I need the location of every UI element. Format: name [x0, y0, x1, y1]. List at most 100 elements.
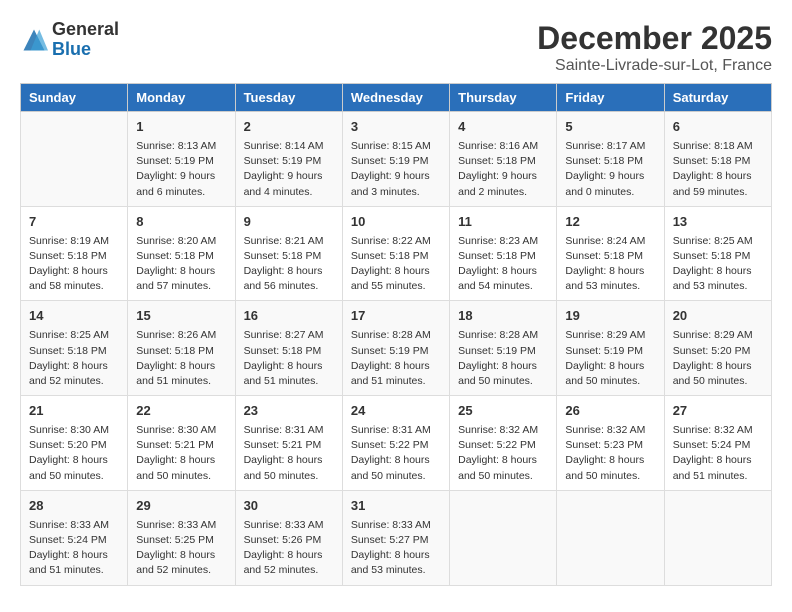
- calendar-header: SundayMondayTuesdayWednesdayThursdayFrid…: [21, 84, 772, 112]
- day-number: 20: [673, 307, 763, 326]
- column-header-thursday: Thursday: [450, 84, 557, 112]
- day-number: 18: [458, 307, 548, 326]
- cell-w4-d6: 26Sunrise: 8:32 AMSunset: 5:23 PMDayligh…: [557, 396, 664, 491]
- column-header-tuesday: Tuesday: [235, 84, 342, 112]
- day-number: 25: [458, 402, 548, 421]
- cell-info: Sunrise: 8:16 AMSunset: 5:18 PMDaylight:…: [458, 139, 548, 200]
- cell-w4-d1: 21Sunrise: 8:30 AMSunset: 5:20 PMDayligh…: [21, 396, 128, 491]
- day-number: 8: [136, 213, 226, 232]
- cell-w1-d3: 2Sunrise: 8:14 AMSunset: 5:19 PMDaylight…: [235, 112, 342, 207]
- cell-w1-d6: 5 Sunrise: 8:17 AMSunset: 5:18 PMDaylight…: [557, 112, 664, 207]
- cell-w1-d4: 3 Sunrise: 8:15 AMSunset: 5:19 PMDaylight…: [342, 112, 449, 207]
- cell-w5-d3: 30 Sunrise: 8:33 AMSunset: 5:26 PMDayligh…: [235, 490, 342, 585]
- week-row-3: 14Sunrise: 8:25 AMSunset: 5:18 PMDayligh…: [21, 301, 772, 396]
- day-number: 19: [565, 307, 655, 326]
- column-header-sunday: Sunday: [21, 84, 128, 112]
- day-number: 16: [244, 307, 334, 326]
- cell-w4-d3: 23Sunrise: 8:31 AMSunset: 5:21 PMDayligh…: [235, 396, 342, 491]
- day-number: 24: [351, 402, 441, 421]
- day-number: 28: [29, 497, 119, 516]
- cell-info: Sunrise: 8:25 AMSunset: 5:18 PMDaylight:…: [673, 234, 763, 295]
- cell-w4-d4: 24 Sunrise: 8:31 AMSunset: 5:22 PMDayligh…: [342, 396, 449, 491]
- day-number: 15: [136, 307, 226, 326]
- cell-info: Sunrise: 8:19 AMSunset: 5:18 PMDaylight:…: [29, 234, 119, 295]
- week-row-5: 28 Sunrise: 8:33 AMSunset: 5:24 PMDayligh…: [21, 490, 772, 585]
- day-number: 6: [673, 118, 763, 137]
- cell-w2-d7: 13 Sunrise: 8:25 AMSunset: 5:18 PMDayligh…: [664, 206, 771, 301]
- cell-info: Sunrise: 8:21 AMSunset: 5:18 PMDaylight:…: [244, 234, 334, 295]
- header-row: SundayMondayTuesdayWednesdayThursdayFrid…: [21, 84, 772, 112]
- cell-w1-d2: 1 Sunrise: 8:13 AMSunset: 5:19 PMDaylight…: [128, 112, 235, 207]
- subtitle: Sainte-Livrade-sur-Lot, France: [537, 57, 772, 75]
- day-number: 12: [565, 213, 655, 232]
- day-number: 4: [458, 118, 548, 137]
- cell-w5-d4: 31 Sunrise: 8:33 AMSunset: 5:27 PMDayligh…: [342, 490, 449, 585]
- cell-w4-d7: 27 Sunrise: 8:32 AMSunset: 5:24 PMDayligh…: [664, 396, 771, 491]
- cell-info: Sunrise: 8:20 AMSunset: 5:18 PMDaylight:…: [136, 234, 226, 295]
- day-number: 23: [244, 402, 334, 421]
- day-number: 11: [458, 213, 548, 232]
- cell-w1-d1: [21, 112, 128, 207]
- logo-blue: Blue: [52, 40, 119, 60]
- day-number: 5: [565, 118, 655, 137]
- cell-info: Sunrise: 8:28 AMSunset: 5:19 PMDaylight:…: [458, 328, 548, 389]
- cell-w2-d4: 10Sunrise: 8:22 AMSunset: 5:18 PMDayligh…: [342, 206, 449, 301]
- logo: General Blue: [20, 20, 119, 60]
- day-number: 7: [29, 213, 119, 232]
- cell-w2-d5: 11 Sunrise: 8:23 AMSunset: 5:18 PMDayligh…: [450, 206, 557, 301]
- cell-w5-d1: 28 Sunrise: 8:33 AMSunset: 5:24 PMDayligh…: [21, 490, 128, 585]
- cell-w5-d2: 29Sunrise: 8:33 AMSunset: 5:25 PMDayligh…: [128, 490, 235, 585]
- logo-text: General Blue: [52, 20, 119, 60]
- day-number: 3: [351, 118, 441, 137]
- cell-info: Sunrise: 8:17 AMSunset: 5:18 PMDaylight:…: [565, 139, 655, 200]
- cell-info: Sunrise: 8:30 AMSunset: 5:21 PMDaylight:…: [136, 423, 226, 484]
- day-number: 17: [351, 307, 441, 326]
- cell-info: Sunrise: 8:32 AMSunset: 5:24 PMDaylight:…: [673, 423, 763, 484]
- cell-info: Sunrise: 8:33 AMSunset: 5:26 PMDaylight:…: [244, 518, 334, 579]
- cell-info: Sunrise: 8:28 AMSunset: 5:19 PMDaylight:…: [351, 328, 441, 389]
- cell-w4-d2: 22Sunrise: 8:30 AMSunset: 5:21 PMDayligh…: [128, 396, 235, 491]
- cell-info: Sunrise: 8:26 AMSunset: 5:18 PMDaylight:…: [136, 328, 226, 389]
- logo-icon: [20, 26, 48, 54]
- cell-info: Sunrise: 8:13 AMSunset: 5:19 PMDaylight:…: [136, 139, 226, 200]
- day-number: 13: [673, 213, 763, 232]
- cell-info: Sunrise: 8:30 AMSunset: 5:20 PMDaylight:…: [29, 423, 119, 484]
- day-number: 27: [673, 402, 763, 421]
- title-block: December 2025 Sainte-Livrade-sur-Lot, Fr…: [537, 20, 772, 75]
- cell-info: Sunrise: 8:33 AMSunset: 5:27 PMDaylight:…: [351, 518, 441, 579]
- cell-info: Sunrise: 8:29 AMSunset: 5:19 PMDaylight:…: [565, 328, 655, 389]
- cell-w2-d2: 8 Sunrise: 8:20 AMSunset: 5:18 PMDaylight…: [128, 206, 235, 301]
- day-number: 29: [136, 497, 226, 516]
- day-number: 26: [565, 402, 655, 421]
- cell-info: Sunrise: 8:25 AMSunset: 5:18 PMDaylight:…: [29, 328, 119, 389]
- cell-info: Sunrise: 8:15 AMSunset: 5:19 PMDaylight:…: [351, 139, 441, 200]
- week-row-4: 21Sunrise: 8:30 AMSunset: 5:20 PMDayligh…: [21, 396, 772, 491]
- column-header-monday: Monday: [128, 84, 235, 112]
- cell-info: Sunrise: 8:29 AMSunset: 5:20 PMDaylight:…: [673, 328, 763, 389]
- cell-w2-d3: 9 Sunrise: 8:21 AMSunset: 5:18 PMDaylight…: [235, 206, 342, 301]
- calendar-body: 1 Sunrise: 8:13 AMSunset: 5:19 PMDaylight…: [21, 112, 772, 586]
- cell-info: Sunrise: 8:31 AMSunset: 5:22 PMDaylight:…: [351, 423, 441, 484]
- cell-w3-d2: 15 Sunrise: 8:26 AMSunset: 5:18 PMDayligh…: [128, 301, 235, 396]
- day-number: 31: [351, 497, 441, 516]
- cell-w1-d7: 6 Sunrise: 8:18 AMSunset: 5:18 PMDaylight…: [664, 112, 771, 207]
- cell-info: Sunrise: 8:24 AMSunset: 5:18 PMDaylight:…: [565, 234, 655, 295]
- cell-w3-d3: 16 Sunrise: 8:27 AMSunset: 5:18 PMDayligh…: [235, 301, 342, 396]
- cell-info: Sunrise: 8:27 AMSunset: 5:18 PMDaylight:…: [244, 328, 334, 389]
- cell-info: Sunrise: 8:33 AMSunset: 5:24 PMDaylight:…: [29, 518, 119, 579]
- cell-info: Sunrise: 8:23 AMSunset: 5:18 PMDaylight:…: [458, 234, 548, 295]
- week-row-1: 1 Sunrise: 8:13 AMSunset: 5:19 PMDaylight…: [21, 112, 772, 207]
- day-number: 1: [136, 118, 226, 137]
- cell-w3-d6: 19 Sunrise: 8:29 AMSunset: 5:19 PMDayligh…: [557, 301, 664, 396]
- cell-w3-d4: 17 Sunrise: 8:28 AMSunset: 5:19 PMDayligh…: [342, 301, 449, 396]
- cell-info: Sunrise: 8:18 AMSunset: 5:18 PMDaylight:…: [673, 139, 763, 200]
- column-header-wednesday: Wednesday: [342, 84, 449, 112]
- column-header-saturday: Saturday: [664, 84, 771, 112]
- day-number: 30: [244, 497, 334, 516]
- day-number: 2: [244, 118, 334, 137]
- day-number: 9: [244, 213, 334, 232]
- cell-w2-d6: 12 Sunrise: 8:24 AMSunset: 5:18 PMDayligh…: [557, 206, 664, 301]
- cell-w5-d7: [664, 490, 771, 585]
- calendar-table: SundayMondayTuesdayWednesdayThursdayFrid…: [20, 83, 772, 586]
- main-title: December 2025: [537, 20, 772, 57]
